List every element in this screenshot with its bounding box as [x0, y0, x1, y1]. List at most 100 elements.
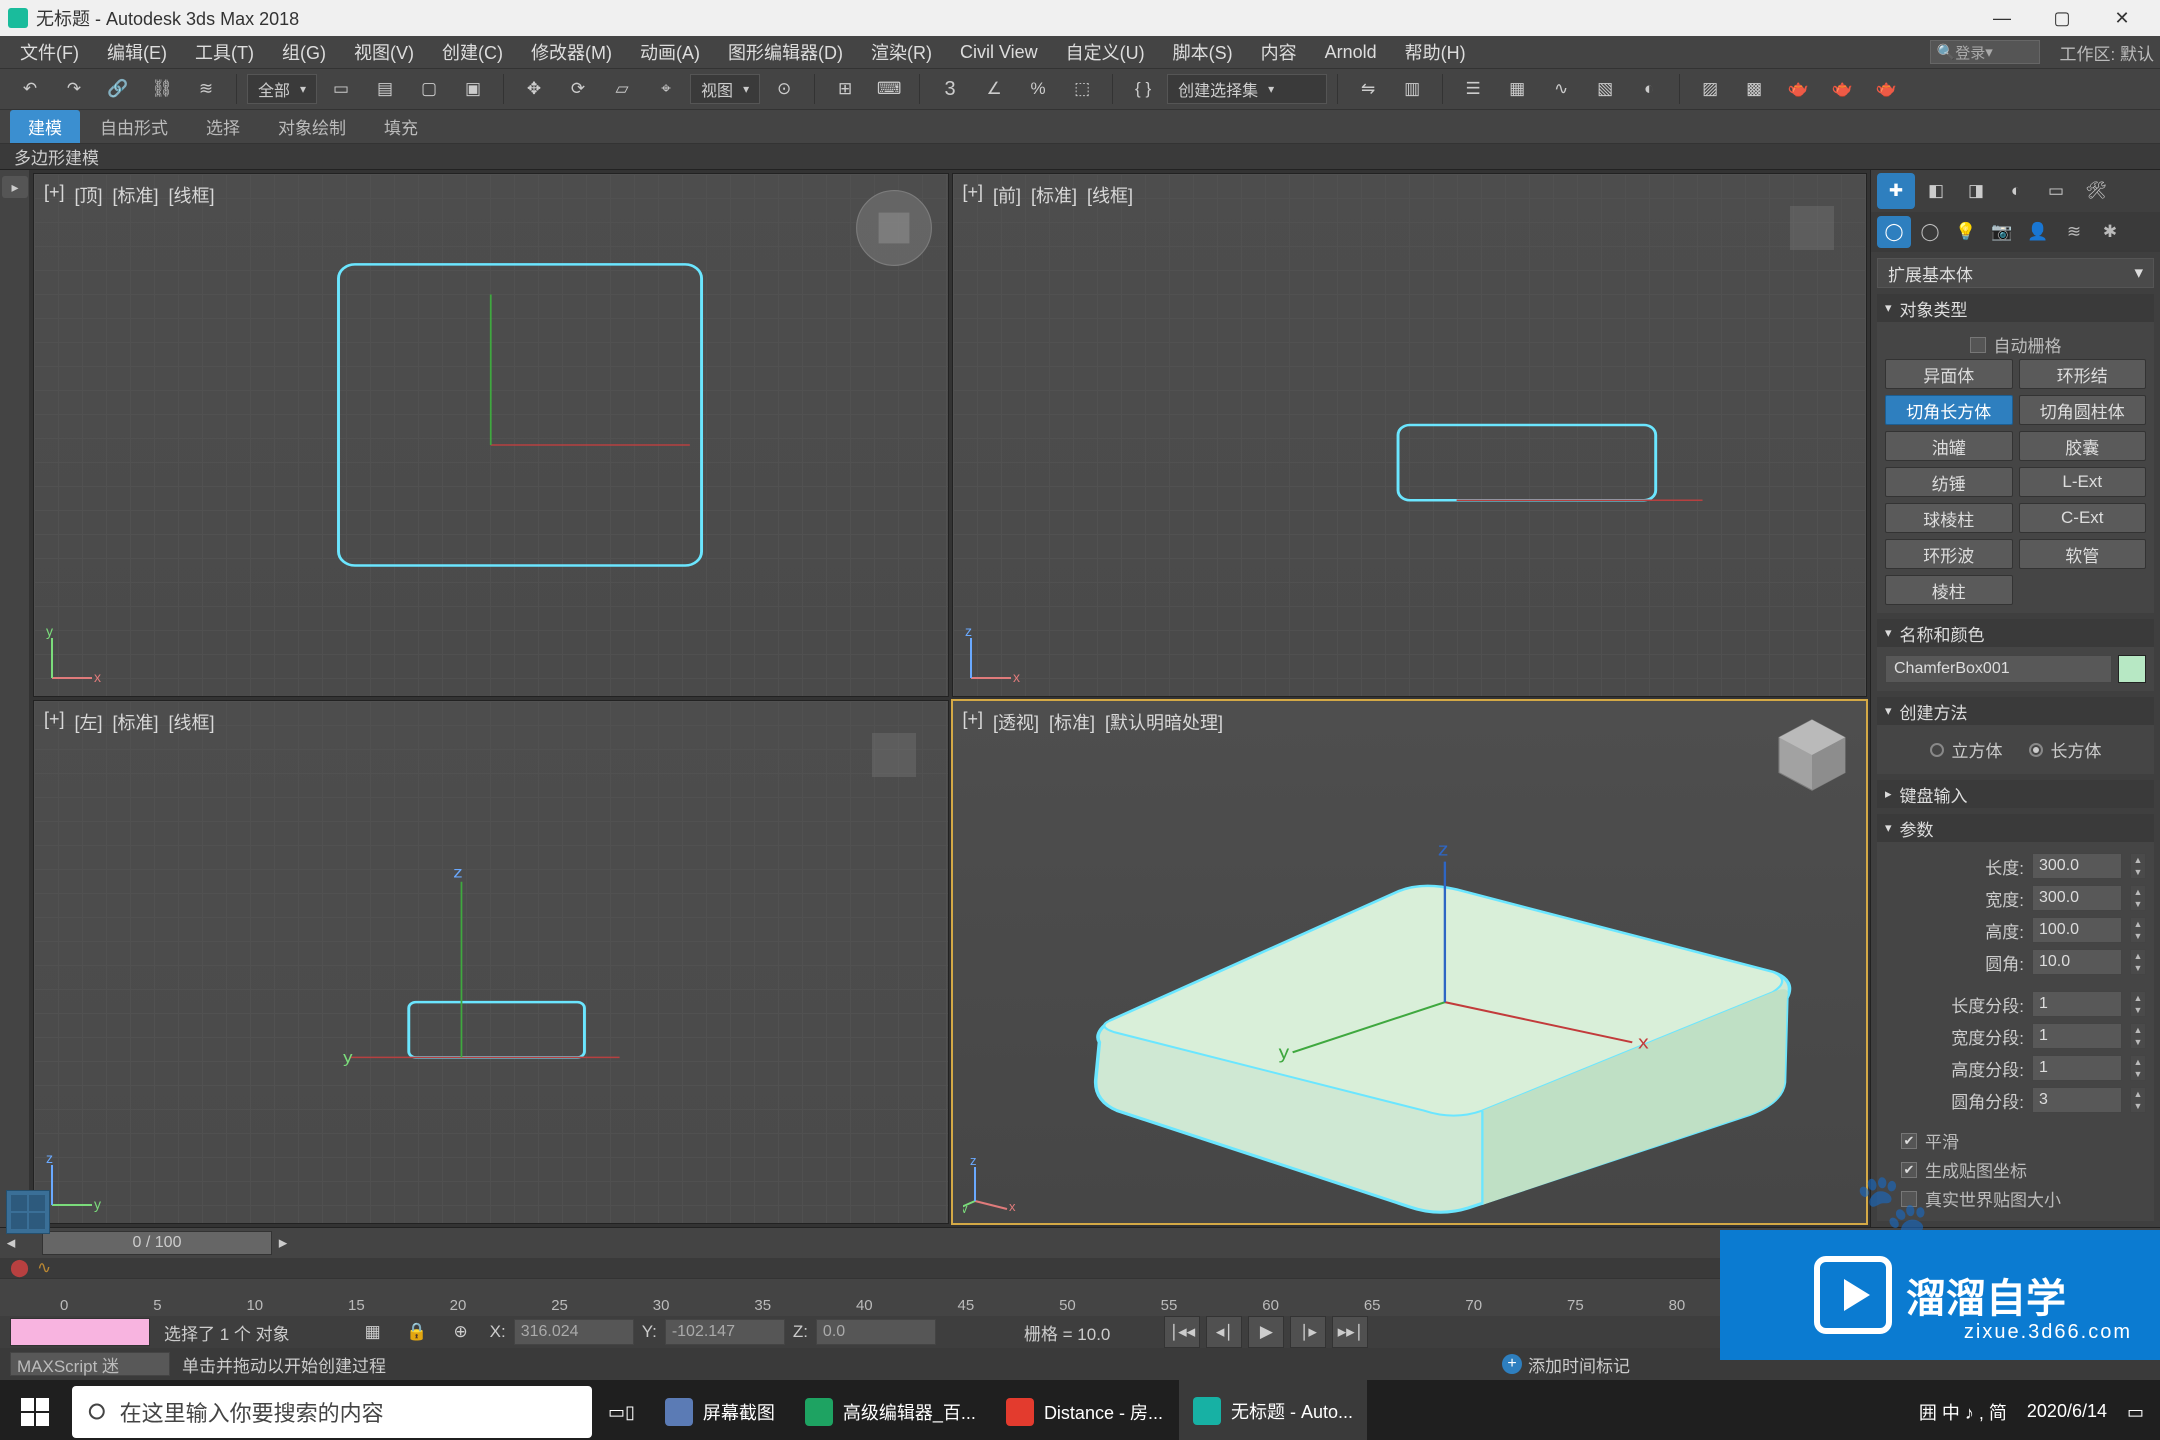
- sub-spacewarps[interactable]: ≋: [2057, 216, 2091, 248]
- create-tab[interactable]: ✚: [1877, 173, 1915, 209]
- menu-modifiers[interactable]: 修改器(M): [517, 36, 626, 68]
- obj-chamfer-cyl[interactable]: 切角圆柱体: [2019, 395, 2147, 425]
- ime-indicator[interactable]: 囲 中 ♪ , 简: [1919, 1399, 2007, 1425]
- fillet-spin-arrows[interactable]: ▲▼: [2130, 949, 2146, 975]
- abs-rel-button[interactable]: ⊕: [446, 1318, 476, 1346]
- ribbon-tab-modeling[interactable]: 建模: [10, 110, 80, 143]
- time-slider-handle[interactable]: 0 / 100: [42, 1231, 272, 1255]
- obj-c-ext[interactable]: C-Ext: [2019, 503, 2147, 533]
- obj-hedra[interactable]: 异面体: [1885, 359, 2013, 389]
- keyboard-shortcut-button[interactable]: ⌨: [869, 69, 909, 109]
- window-crossing-button[interactable]: ▣: [453, 69, 493, 109]
- render-iterate-button[interactable]: 🫖: [1822, 69, 1862, 109]
- link-button[interactable]: 🔗: [98, 69, 138, 109]
- obj-hose[interactable]: 软管: [2019, 539, 2147, 569]
- height-spin-arrows[interactable]: ▲▼: [2130, 917, 2146, 943]
- sub-systems[interactable]: ✱: [2093, 216, 2127, 248]
- maxscript-listener[interactable]: MAXScript 迷: [10, 1352, 170, 1376]
- menu-customize[interactable]: 自定义(U): [1052, 36, 1159, 68]
- taskbar-search[interactable]: ⭘ 在这里输入你要搜索的内容: [72, 1386, 592, 1438]
- sub-lights[interactable]: 💡: [1949, 216, 1983, 248]
- render-frame-button[interactable]: ▩: [1734, 69, 1774, 109]
- goto-start-button[interactable]: ∣◂◂: [1164, 1316, 1200, 1348]
- rollout-parameters-header[interactable]: ▾参数: [1877, 814, 2154, 842]
- utilities-tab[interactable]: 🛠: [2077, 173, 2115, 209]
- menu-help[interactable]: 帮助(H): [1391, 36, 1480, 68]
- width-spin-arrows[interactable]: ▲▼: [2130, 885, 2146, 911]
- rotate-button[interactable]: ⟳: [558, 69, 598, 109]
- display-tab[interactable]: ▭: [2037, 173, 2075, 209]
- object-name-input[interactable]: [1885, 655, 2112, 683]
- mirror-button[interactable]: ⇋: [1348, 69, 1388, 109]
- ribbon-tab-selection[interactable]: 选择: [188, 110, 258, 143]
- play-button[interactable]: ▶: [1248, 1316, 1284, 1348]
- placement-button[interactable]: ⌖: [646, 69, 686, 109]
- material-editor-button[interactable]: ◐: [1629, 69, 1669, 109]
- select-by-name-button[interactable]: ▤: [365, 69, 405, 109]
- ref-coord-dropdown[interactable]: 视图▾: [690, 74, 760, 104]
- menu-file[interactable]: 文件(F): [6, 36, 93, 68]
- sub-geometry[interactable]: ◯: [1877, 216, 1911, 248]
- auto-grid-checkbox[interactable]: 自动栅格: [1885, 330, 2146, 359]
- spinner-snap-button[interactable]: ⬚: [1062, 69, 1102, 109]
- prev-frame-button[interactable]: ◂∣: [1206, 1316, 1242, 1348]
- curve-editor-button[interactable]: ∿: [1541, 69, 1581, 109]
- creation-box-radio[interactable]: 长方体: [2029, 737, 2102, 762]
- height-segs-spin-arrows[interactable]: ▲▼: [2130, 1055, 2146, 1081]
- fillet-spinner[interactable]: 10.0: [2032, 949, 2122, 975]
- rollout-creation-method-header[interactable]: ▾创建方法: [1877, 697, 2154, 725]
- login-search-box[interactable]: 🔍 登录 ▾: [1930, 40, 2040, 64]
- render-online-button[interactable]: 🫖: [1866, 69, 1906, 109]
- viewcube-left[interactable]: [850, 711, 938, 799]
- edit-named-sel-button[interactable]: { }: [1123, 69, 1163, 109]
- menu-animation[interactable]: 动画(A): [626, 36, 714, 68]
- sub-cameras[interactable]: 📷: [1985, 216, 2019, 248]
- smooth-checkbox[interactable]: 平滑: [1885, 1126, 2146, 1155]
- width-spinner[interactable]: 300.0: [2032, 885, 2122, 911]
- obj-oil-tank[interactable]: 油罐: [1885, 431, 2013, 461]
- viewport-layout-button[interactable]: [6, 1190, 50, 1234]
- redo-button[interactable]: ↷: [54, 69, 94, 109]
- goto-end-button[interactable]: ▸▸∣: [1332, 1316, 1368, 1348]
- viewcube-persp[interactable]: [1768, 711, 1856, 799]
- fillet-segs-spin-arrows[interactable]: ▲▼: [2130, 1087, 2146, 1113]
- taskbar-item-2[interactable]: Distance - 房...: [992, 1380, 1177, 1440]
- geometry-category-dropdown[interactable]: 扩展基本体▾: [1877, 258, 2154, 288]
- auto-key-button[interactable]: [10, 1318, 150, 1346]
- menu-edit[interactable]: 编辑(E): [93, 36, 181, 68]
- select-manipulate-button[interactable]: ⊞: [825, 69, 865, 109]
- dock-expand-button[interactable]: ▸: [2, 176, 28, 198]
- motion-tab[interactable]: ◐: [1997, 173, 2035, 209]
- obj-l-ext[interactable]: L-Ext: [2019, 467, 2147, 497]
- rollout-name-color-header[interactable]: ▾名称和颜色: [1877, 619, 2154, 647]
- select-object-button[interactable]: ▭: [321, 69, 361, 109]
- percent-snap-button[interactable]: %: [1018, 69, 1058, 109]
- system-tray[interactable]: 囲 中 ♪ , 简 2020/6/14 ▭: [1903, 1399, 2160, 1425]
- taskbar-item-0[interactable]: 屏幕截图: [651, 1380, 789, 1440]
- obj-torus-knot[interactable]: 环形结: [2019, 359, 2147, 389]
- taskbar-item-3[interactable]: 无标题 - Auto...: [1179, 1380, 1367, 1440]
- obj-gengon[interactable]: 球棱柱: [1885, 503, 2013, 533]
- obj-ringwave[interactable]: 环形波: [1885, 539, 2013, 569]
- length-segs-spin-arrows[interactable]: ▲▼: [2130, 991, 2146, 1017]
- sub-helpers[interactable]: 👤: [2021, 216, 2055, 248]
- obj-prism[interactable]: 棱柱: [1885, 575, 2013, 605]
- render-setup-button[interactable]: ▨: [1690, 69, 1730, 109]
- render-button[interactable]: 🫖: [1778, 69, 1818, 109]
- named-selection-dropdown[interactable]: 创建选择集▾: [1167, 74, 1327, 104]
- start-button[interactable]: [0, 1380, 70, 1440]
- next-frame-button[interactable]: ∣▸: [1290, 1316, 1326, 1348]
- task-view-button[interactable]: ▭▯: [594, 1380, 649, 1440]
- viewport-top[interactable]: [+] [顶] [标准] [线框] x y: [33, 173, 949, 697]
- selection-filter-dropdown[interactable]: 全部▾: [247, 74, 317, 104]
- viewport-left[interactable]: [+] [左] [标准] [线框] z y y z: [33, 700, 949, 1224]
- time-next[interactable]: ▸: [272, 1233, 294, 1253]
- schematic-view-button[interactable]: ▧: [1585, 69, 1625, 109]
- snap-2d-button[interactable]: 3: [930, 69, 970, 109]
- angle-snap-button[interactable]: ∠: [974, 69, 1014, 109]
- height-spinner[interactable]: 100.0: [2032, 917, 2122, 943]
- lock-selection-button[interactable]: ▦: [358, 1318, 388, 1346]
- window-maximize-button[interactable]: ▢: [2032, 0, 2092, 36]
- rollout-object-type-header[interactable]: ▾对象类型: [1877, 294, 2154, 322]
- menu-group[interactable]: 组(G): [268, 36, 340, 68]
